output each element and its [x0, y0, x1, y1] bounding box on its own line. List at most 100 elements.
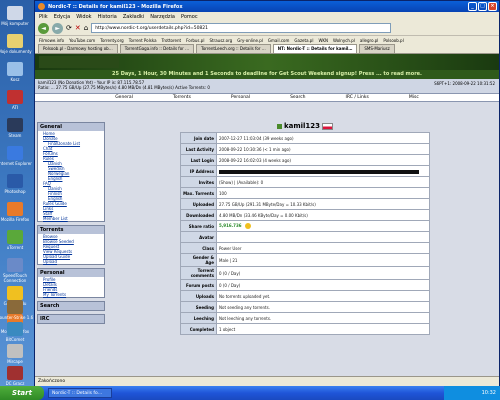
sidebar-personal-title: Personal	[38, 269, 104, 277]
browser-tab[interactable]: SMS-Mariusz	[359, 44, 395, 53]
profile-row-value: 4.80 MB/Dn (33.46 KByte/Day = 0.00 Kbit/…	[216, 209, 430, 221]
web-page: 25 Days, 1 Hour, 30 Minutes and 1 Second…	[35, 54, 499, 376]
browser-tab[interactable]: TorrentGaga.info :: Details for …	[119, 44, 195, 53]
browser-tab[interactable]: TorrentLeech.org :: Details for …	[196, 44, 271, 53]
maximize-button[interactable]: □	[478, 2, 487, 11]
desktop-icon[interactable]: DC Gracz	[0, 366, 38, 386]
bookmark-item[interactable]: Polsoob.pl	[383, 38, 403, 43]
profile-value-text[interactable]: (Show) | (Available): 0	[219, 180, 263, 185]
forward-button[interactable]: ►	[52, 22, 63, 34]
sidebar-link[interactable]: Member List	[38, 216, 104, 221]
browser-window: Nordic-T :: Details for kamil123 - Mozil…	[34, 0, 500, 386]
desktop-icon[interactable]: Mój komputer	[0, 6, 38, 26]
bookmark-item[interactable]: allegro.pl	[360, 38, 379, 43]
sidebar-link[interactable]: Upload	[38, 259, 104, 264]
firefox-icon	[38, 3, 45, 10]
sidebar: General Home Donate FinalDonate List Chat Fo…	[37, 122, 105, 327]
user-ratio-line: Ratio: ... 27.75 GB/Up (27.75 MBytes/s) …	[38, 85, 210, 90]
close-button[interactable]: ×	[488, 2, 497, 11]
browser-tab[interactable]: Polsoob.pl - Darmowy hosting ob…	[38, 44, 118, 53]
desktop-icon-image	[7, 202, 23, 216]
profile-value-text: Not seeding any torrents.	[219, 304, 270, 310]
desktop-icon-label: ATI	[11, 105, 19, 110]
main-nav-item[interactable]: Search	[290, 94, 305, 101]
desktop-icon[interactable]: Photoshop	[0, 174, 38, 194]
profile-row: IP Address	[180, 165, 430, 177]
menu-item[interactable]: Zakładki	[123, 14, 144, 20]
desktop-icon-label: Counter-Strike 1.6	[0, 315, 34, 320]
bookmark-item[interactable]: Gry-online.pl	[237, 38, 263, 43]
bookmark-item[interactable]: Torrenty.org	[100, 38, 124, 43]
menu-item[interactable]: Historia	[98, 14, 117, 20]
bookmark-item[interactable]: Strausz.org	[209, 38, 232, 43]
bookmark-item[interactable]: Gazeta.pl	[294, 38, 313, 43]
desktop-icon[interactable]: Moje dokumenty	[0, 34, 38, 54]
minimize-button[interactable]: _	[468, 2, 477, 11]
bookmark-item[interactable]: Wolnych.pl	[333, 38, 355, 43]
bookmark-item[interactable]: WKN	[318, 38, 328, 43]
clock[interactable]: 10:32	[482, 390, 496, 396]
browser-tab[interactable]: NT: Nordic-T :: Details for kamil…	[272, 44, 358, 53]
desktop-icon-label: SpeedTouch Connection	[2, 273, 28, 283]
stop-icon[interactable]: ✕	[75, 24, 81, 32]
menu-item[interactable]: Narzędzia	[150, 14, 175, 20]
profile-row-label: Completed	[180, 323, 217, 335]
profile-row: Uploaded 27.75 GB/Up (291.31 MByte/Day = …	[180, 198, 430, 210]
sidebar-search-title[interactable]: Search	[38, 302, 104, 310]
bookmark-item[interactable]: Torrent Polska	[129, 38, 157, 43]
window-title: Nordic-T :: Details for kamil123 - Mozil…	[48, 3, 183, 10]
profile-value-text: 1 object	[219, 326, 236, 332]
desktop-icon-image	[7, 322, 23, 336]
back-button[interactable]: ◄	[38, 22, 49, 34]
desktop-icon[interactable]: Mozilla Firefox	[0, 202, 38, 222]
profile-value-text: 4.80 MB/Dn (33.46 KByte/Day = 0.00 Kbit/…	[219, 212, 308, 218]
taskbar-firefox-app[interactable]: Nordic-T :: Details fo…	[48, 388, 112, 398]
profile-row-label: Last Activity	[180, 143, 217, 155]
bookmark-item[interactable]: Gmail.com	[268, 38, 289, 43]
site-logo	[39, 56, 119, 68]
desktop-icon[interactable]: BitComet	[0, 322, 38, 342]
sidebar-general-title: General	[38, 123, 104, 131]
main-nav-item[interactable]: General	[115, 94, 133, 101]
desktop-icon[interactable]: SpeedTouch Connection	[0, 258, 38, 283]
smiley-icon	[244, 223, 251, 229]
reload-icon[interactable]: ⟳	[66, 24, 72, 32]
bookmark-item[interactable]: Forbus.pl	[186, 38, 204, 43]
announcement-strip[interactable]: 25 Days, 1 Hour, 30 Minutes and 1 Second…	[35, 70, 499, 79]
desktop-icon[interactable]: Mircape	[0, 344, 38, 364]
profile-row: Seeding Not seeding any torrents.	[180, 301, 430, 313]
main-nav-item[interactable]: Personal	[231, 94, 250, 101]
menu-item[interactable]: Edycja	[54, 14, 71, 20]
bookmark-item[interactable]: YouTube.com	[69, 38, 95, 43]
desktop-icon[interactable]: Kosz	[0, 62, 38, 82]
desktop-icon-image	[7, 300, 23, 314]
menu-item[interactable]: Widok	[76, 14, 91, 20]
sidebar-irc-title[interactable]: IRC	[38, 315, 104, 323]
profile-row-label: Gender & Age	[180, 253, 217, 267]
home-icon[interactable]: ⌂	[84, 24, 88, 32]
desktop-icon[interactable]: Steam	[0, 118, 38, 138]
desktop-icon-image	[7, 34, 23, 48]
start-button[interactable]: Start	[0, 386, 44, 400]
profile-value-text: 2007-12-27 11:03:04 (39 weeks ago)	[219, 135, 294, 141]
menu-item[interactable]: Pomoc	[181, 14, 198, 20]
bookmark-item[interactable]: Trottorent	[162, 38, 182, 43]
sidebar-link[interactable]: My Torrents	[38, 292, 104, 297]
menu-item[interactable]: Plik	[39, 14, 48, 20]
profile-row-value	[216, 165, 430, 177]
desktop-icon-label: Photoshop	[4, 189, 26, 194]
main-nav-item[interactable]: IRC / Links	[346, 94, 369, 101]
main-nav-item[interactable]: Misc	[409, 94, 419, 101]
desktop-icon[interactable]: uTorrent	[0, 230, 38, 250]
desktop-icon[interactable]: ATI	[0, 90, 38, 110]
profile-row-value: 0 (0 / Day)	[216, 279, 430, 291]
desktop-icon[interactable]: Internet Explorer	[0, 146, 38, 166]
main-nav-item[interactable]: Torrents	[173, 94, 191, 101]
url-bar[interactable]: http://www.nordic-t.org/userdetails.php?…	[91, 23, 392, 33]
sidebar-general: General Home Donate FinalDonate List Chat Fo…	[37, 122, 105, 222]
profile-row-value: 5,916.736	[216, 220, 430, 232]
profile-row-label: Invites	[180, 176, 217, 188]
bookmark-item[interactable]: Filmowe.info	[39, 38, 64, 43]
title-bar[interactable]: Nordic-T :: Details for kamil123 - Mozil…	[35, 1, 499, 12]
desktop-icon[interactable]: Counter-Strike 1.6	[0, 300, 38, 320]
